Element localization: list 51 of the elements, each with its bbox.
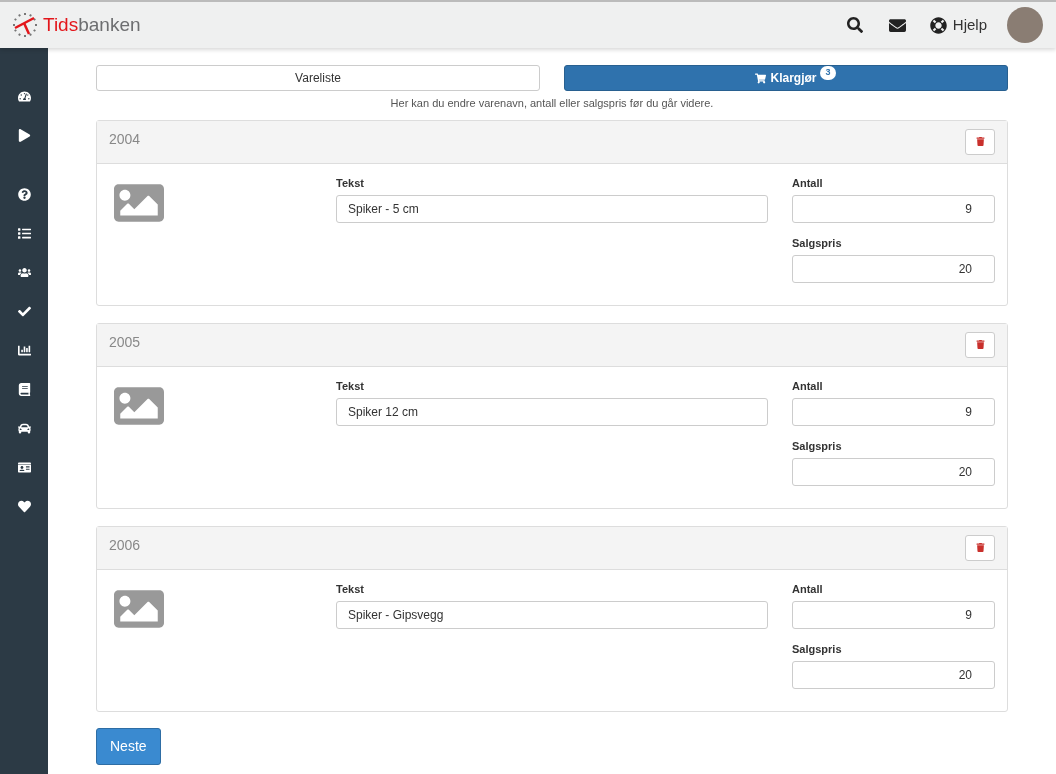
bar-chart-icon[interactable]	[17, 344, 31, 357]
trash-icon	[975, 137, 985, 146]
list-icon[interactable]	[17, 227, 31, 240]
input-field[interactable]: Spiker - Gipsvegg	[336, 600, 768, 629]
step-tab[interactable]: Klargjør 3	[564, 65, 1008, 91]
input-field[interactable]: 9	[792, 194, 995, 223]
field-label: Antall	[792, 378, 824, 393]
search-icon[interactable]	[846, 17, 863, 33]
help-icon[interactable]	[17, 188, 31, 201]
item-number: 2006	[109, 535, 141, 555]
input-field[interactable]: 9	[792, 397, 995, 426]
avatar[interactable]	[1007, 7, 1043, 43]
next-button[interactable]: Neste	[96, 727, 161, 765]
hint-text: Her kan du endre varenavn, antall eller salgspris før du går videre.	[389, 96, 715, 111]
book-icon[interactable]	[17, 383, 31, 396]
help-link[interactable]: Hjelp	[952, 13, 987, 37]
field-label: Antall	[792, 175, 824, 190]
input-field[interactable]: Spiker 12 cm	[336, 397, 768, 426]
cart-icon	[755, 72, 767, 84]
count-badge: 3	[820, 66, 836, 80]
mail-icon[interactable]	[888, 16, 906, 34]
field-label: Tekst	[336, 175, 365, 190]
field-label: Antall	[792, 581, 824, 596]
field-label: Salgspris	[792, 235, 843, 250]
field-label: Tekst	[336, 378, 365, 393]
trash-icon	[975, 543, 985, 552]
delete-button[interactable]	[965, 534, 995, 561]
delete-button[interactable]	[965, 128, 995, 155]
input-field[interactable]: 9	[792, 600, 995, 629]
car-icon[interactable]	[17, 422, 31, 435]
input-field[interactable]: 20	[792, 660, 995, 689]
heart-icon[interactable]	[17, 500, 31, 513]
item-number: 2005	[109, 332, 141, 352]
play-icon[interactable]	[17, 129, 31, 142]
id-card-icon[interactable]	[17, 461, 31, 474]
field-label: Salgspris	[792, 438, 843, 453]
logo-text[interactable]: Tidsbanken	[43, 10, 141, 40]
input-field[interactable]: Spiker - 5 cm	[336, 194, 768, 223]
field-label: Tekst	[336, 581, 365, 596]
lifebuoy-icon[interactable]	[929, 16, 947, 34]
input-field[interactable]: 20	[792, 457, 995, 486]
trash-icon	[975, 340, 985, 349]
checkmark-icon[interactable]	[17, 305, 31, 318]
input-field[interactable]: 20	[792, 254, 995, 283]
dashboard-icon[interactable]	[17, 90, 31, 103]
step-tab[interactable]: Vareliste	[96, 65, 540, 91]
delete-button[interactable]	[965, 331, 995, 358]
field-label: Salgspris	[792, 641, 843, 656]
clock-logo-icon	[12, 12, 38, 38]
users-icon[interactable]	[17, 266, 31, 279]
item-number: 2004	[109, 129, 141, 149]
